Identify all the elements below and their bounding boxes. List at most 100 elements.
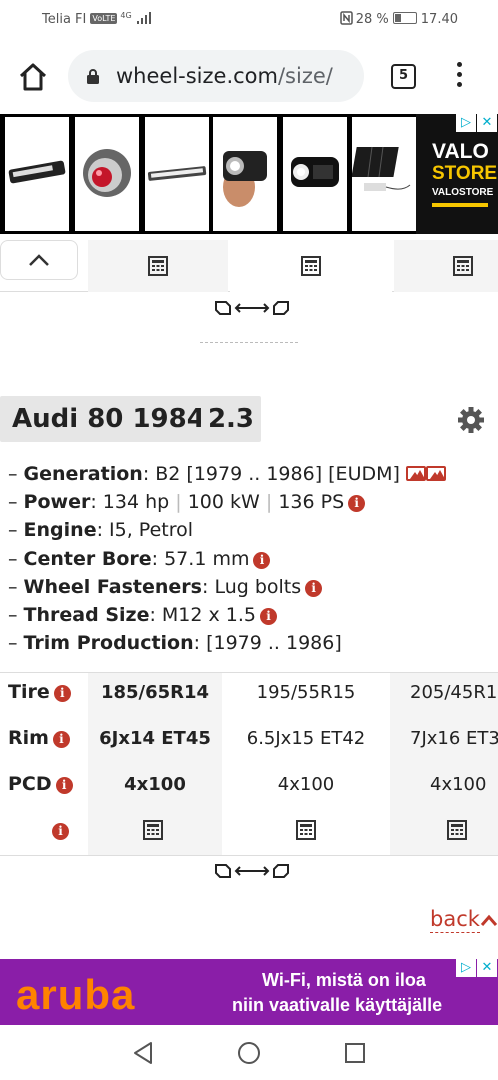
valo-brand-line3: VALOSTORE bbox=[432, 187, 494, 198]
ad-product-ledbar[interactable] bbox=[145, 117, 209, 231]
tab-calc-3[interactable] bbox=[394, 240, 498, 292]
spec-value: : 57.1 mm bbox=[151, 547, 250, 570]
back-nav-icon[interactable] bbox=[132, 1041, 154, 1065]
calculator-icon[interactable] bbox=[296, 820, 316, 840]
status-right: 28 % 17.40 bbox=[340, 11, 458, 27]
row-label-tire: Tire i bbox=[8, 681, 71, 703]
aruba-logo: aruba bbox=[16, 971, 136, 1018]
tire-size: 195/55R15 bbox=[256, 682, 356, 703]
pcd-value: 4x100 bbox=[124, 774, 186, 795]
valostore-logo[interactable]: VALO STORE VALOSTORE bbox=[416, 114, 498, 234]
rim-size: 6Jx14 ET45 bbox=[99, 728, 211, 749]
chevron-up-icon[interactable] bbox=[480, 913, 498, 927]
info-icon[interactable]: i bbox=[52, 731, 70, 748]
calculator-icon[interactable] bbox=[143, 820, 163, 840]
spec-label: Generation bbox=[23, 463, 143, 485]
tab-calc-1[interactable] bbox=[88, 240, 228, 292]
adchoices-icon[interactable]: ▷ bbox=[456, 114, 476, 132]
spec-wheel-fasteners: – Wheel Fasteners: Lug bolts i bbox=[8, 573, 446, 601]
address-bar[interactable]: wheel-size.com/size/ bbox=[68, 50, 364, 102]
swipe-hint-icon bbox=[215, 864, 289, 878]
valo-brand-line2: STORE bbox=[432, 163, 498, 184]
fitment-tab-strip bbox=[0, 236, 498, 292]
spec-thread-size: – Thread Size: M12 x 1.5 i bbox=[8, 601, 446, 629]
ad-product-lightbar[interactable] bbox=[5, 117, 69, 231]
lock-icon bbox=[87, 69, 99, 84]
url-domain: wheel-size.com bbox=[116, 64, 278, 88]
divider bbox=[200, 342, 298, 343]
ad-text-line2: niin vaativalle käyttäjälle bbox=[232, 995, 443, 1015]
rim-size: 7Jx16 ET38 bbox=[410, 728, 498, 749]
image-icon[interactable] bbox=[425, 466, 446, 481]
overflow-menu-icon[interactable] bbox=[452, 62, 466, 92]
info-icon[interactable]: i bbox=[55, 777, 73, 794]
spec-value-ps: 136 PS bbox=[278, 491, 345, 514]
spec-value: : Lug bolts bbox=[202, 575, 302, 598]
spec-label: Power bbox=[23, 491, 91, 514]
fitment-column[interactable]: 205/45R16 7Jx16 ET38 4x100 bbox=[390, 673, 498, 855]
image-icon[interactable] bbox=[405, 466, 426, 481]
fitment-column[interactable]: 195/55R15 6.5Jx15 ET42 4x100 bbox=[224, 673, 388, 855]
spec-value: : M12 x 1.5 bbox=[149, 604, 257, 627]
spec-trim-production: – Trim Production: [1979 .. 1986] bbox=[8, 632, 342, 655]
collapse-button[interactable] bbox=[0, 240, 78, 280]
spec-power: – Power: 134 hp | 100 kW | 136 PS i bbox=[8, 488, 446, 516]
spec-value-kw: 100 kW bbox=[187, 491, 260, 514]
battery-percent: 28 % bbox=[355, 12, 389, 27]
home-nav-icon[interactable] bbox=[237, 1041, 261, 1065]
battery-icon bbox=[392, 12, 417, 24]
wheel-fitment-table: Tire i Rim i PCD i i 185/65R14 6Jx14 ET45 4… bbox=[0, 672, 498, 856]
fitment-column[interactable]: 185/65R14 6Jx14 ET45 4x100 bbox=[88, 673, 222, 855]
tab-switcher-button[interactable]: 5 bbox=[391, 64, 416, 89]
pcd-value: 4x100 bbox=[277, 774, 335, 795]
ad-close-icon[interactable]: ✕ bbox=[477, 959, 497, 977]
adchoices-icon[interactable]: ▷ bbox=[456, 959, 476, 977]
status-left: Telia FI VoLTE 4G bbox=[42, 11, 153, 27]
spec-label: Center Bore bbox=[23, 547, 152, 570]
recents-nav-icon[interactable] bbox=[344, 1042, 366, 1064]
info-icon[interactable]: i bbox=[53, 685, 71, 702]
ad-product-handlight[interactable] bbox=[213, 117, 277, 231]
info-icon[interactable]: i bbox=[305, 579, 323, 597]
spec-label: Wheel Fasteners bbox=[23, 575, 202, 598]
info-icon[interactable]: i bbox=[348, 495, 366, 513]
valo-stripe bbox=[432, 203, 488, 207]
ad-close-icon[interactable]: ✕ bbox=[477, 114, 497, 132]
row-label-calc: i bbox=[48, 819, 69, 841]
spec-list: – Generation: B2 [1979 .. 1986] [EUDM] –… bbox=[8, 460, 446, 657]
ad-product-bikelight[interactable] bbox=[283, 117, 347, 231]
network-type: 4G bbox=[120, 11, 132, 20]
home-icon[interactable] bbox=[16, 60, 50, 94]
row-label-rim: Rim i bbox=[8, 727, 70, 749]
url-text: wheel-size.com/size/ bbox=[116, 64, 358, 88]
carrier-name: Telia FI bbox=[42, 12, 87, 27]
car-model-title: Audi 80 1984 bbox=[0, 396, 217, 442]
nfc-icon bbox=[340, 11, 353, 25]
ad-banner-top[interactable]: VALO STORE VALOSTORE ▷ ✕ bbox=[0, 114, 498, 234]
pcd-value: 4x100 bbox=[430, 774, 487, 795]
gear-icon[interactable] bbox=[457, 406, 485, 434]
browser-toolbar: wheel-size.com/size/ 5 bbox=[0, 38, 498, 114]
row-label-pcd: PCD i bbox=[8, 773, 73, 795]
signal-icon bbox=[136, 12, 151, 24]
spec-value: : B2 [1979 .. 1986] [EUDM] bbox=[142, 463, 400, 485]
info-icon[interactable]: i bbox=[52, 823, 69, 840]
ad-text-line1: Wi-Fi, mistä on iloa bbox=[262, 970, 426, 990]
volte-badge: VoLTE bbox=[90, 13, 118, 24]
tab-calc-2[interactable] bbox=[230, 240, 392, 292]
ad-banner-bottom[interactable]: aruba Wi-Fi, mistä on iloa niin vaatival… bbox=[0, 959, 498, 1025]
car-trim-badge: 2.3 bbox=[201, 396, 261, 442]
calculator-icon bbox=[301, 256, 321, 276]
tire-size: 205/45R16 bbox=[410, 682, 498, 703]
status-bar: Telia FI VoLTE 4G 28 % 17.40 bbox=[0, 0, 498, 38]
spec-value: : [1979 .. 1986] bbox=[193, 632, 342, 655]
spec-label: Trim Production bbox=[23, 632, 194, 655]
calculator-icon[interactable] bbox=[447, 820, 467, 840]
ad-product-solarpanel[interactable] bbox=[352, 117, 416, 231]
info-icon[interactable]: i bbox=[260, 608, 278, 626]
info-icon[interactable]: i bbox=[253, 551, 271, 569]
back-link[interactable]: back bbox=[430, 906, 480, 933]
spec-generation: – Generation: B2 [1979 .. 1986] [EUDM] bbox=[8, 460, 446, 488]
ad-product-taillight[interactable] bbox=[75, 117, 139, 231]
url-path: /size/ bbox=[277, 64, 333, 88]
